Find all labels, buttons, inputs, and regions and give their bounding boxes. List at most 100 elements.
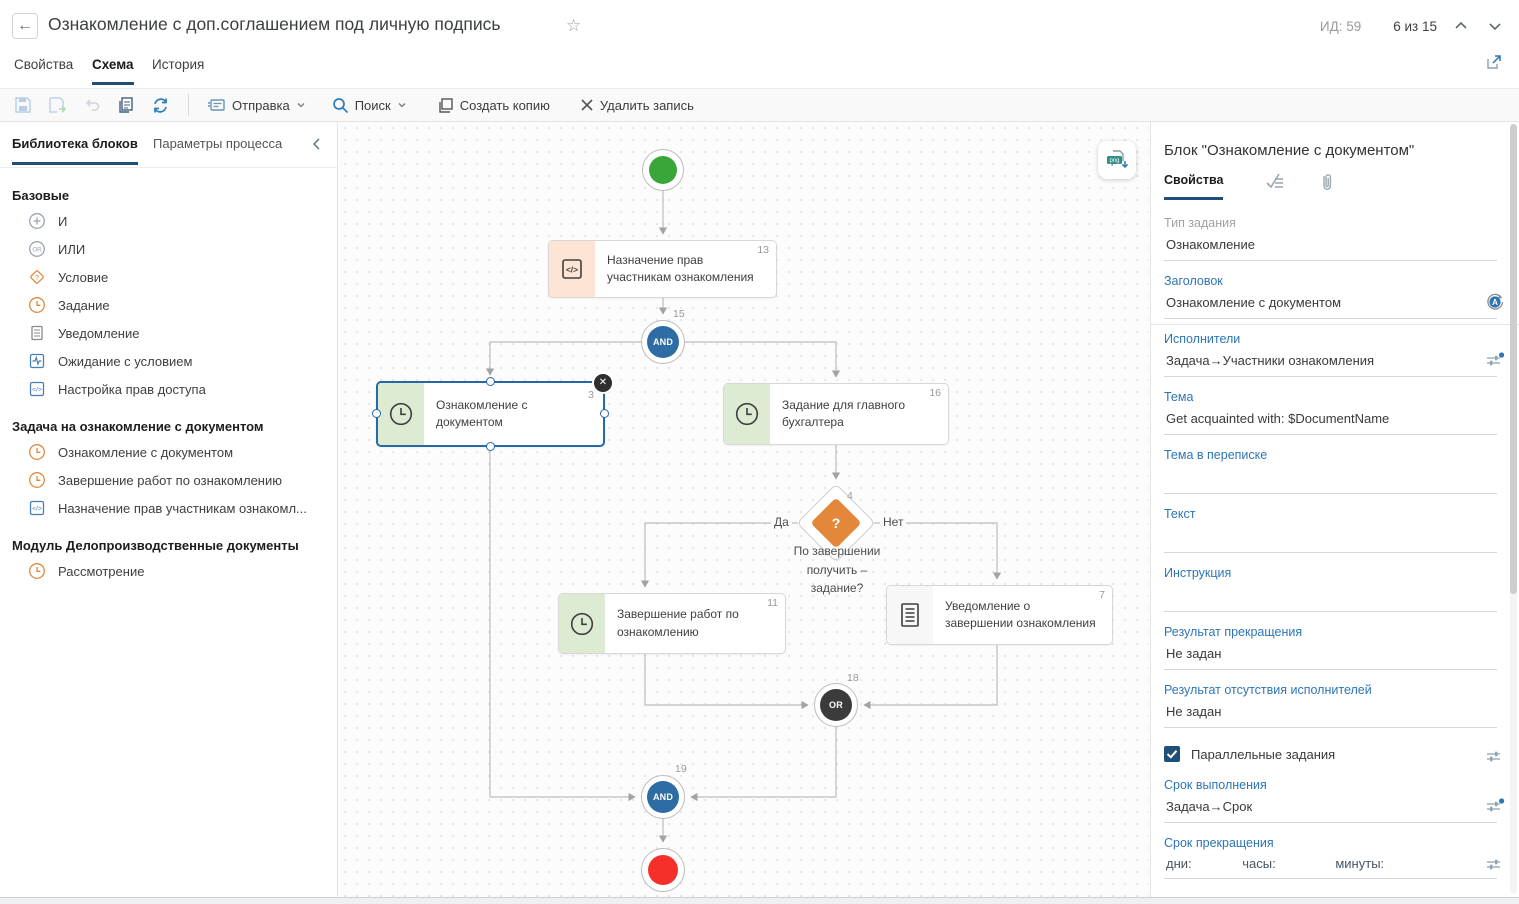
diagram-canvas[interactable]: </> Назначение прав участникам ознакомле… xyxy=(339,122,1149,897)
delete-record-label: Удалить запись xyxy=(600,98,694,113)
undo-button[interactable] xyxy=(83,96,101,114)
create-copy-label: Создать копию xyxy=(460,98,550,113)
sidebar-item-condition[interactable]: ? Условие xyxy=(28,263,337,291)
back-button[interactable]: ← xyxy=(12,13,38,39)
svg-text:</>: </> xyxy=(32,387,42,394)
sidebar-item-wait-condition[interactable]: Ожидание с условием xyxy=(28,347,337,375)
resize-handle-top[interactable] xyxy=(486,377,495,386)
export-png-button[interactable]: png xyxy=(1098,141,1136,179)
node-stripe xyxy=(724,384,770,444)
node-completion-notification[interactable]: Уведомление о завершении ознакомления 7 xyxy=(886,585,1113,645)
main-tabs: Свойства Схема История xyxy=(0,50,1519,88)
resize-handle-bottom[interactable] xyxy=(486,442,495,451)
resize-handle-right[interactable] xyxy=(600,409,609,418)
svg-text:</>: </> xyxy=(566,265,578,275)
node-and-19[interactable]: AND xyxy=(641,775,685,819)
send-label: Отправка xyxy=(232,98,290,113)
node-number: 15 xyxy=(673,308,685,320)
refresh-button[interactable] xyxy=(151,96,170,115)
node-finish-works[interactable]: Завершение работ по ознакомлению 11 xyxy=(558,593,786,654)
block-library-sidebar: Библиотека блоков Параметры процесса Баз… xyxy=(0,122,338,897)
node-or-18[interactable]: OR xyxy=(814,683,858,727)
field-label: Срок выполнения xyxy=(1164,778,1497,792)
resize-handle-left[interactable] xyxy=(372,409,381,418)
start-node[interactable] xyxy=(642,149,684,191)
record-id: ИД: 59 xyxy=(1320,19,1361,34)
sidebar-item-assign-rights[interactable]: </> Назначение прав участникам ознакомл.… xyxy=(28,494,337,522)
signature-tab-icon[interactable] xyxy=(1264,171,1286,193)
search-button[interactable]: Поиск xyxy=(332,97,407,114)
sidebar-tab-params[interactable]: Параметры процесса xyxy=(153,136,282,162)
no-executors-result-value: Не задан xyxy=(1166,704,1221,719)
node-acquaintance-selected[interactable]: Ознакомление с документом 3 ✕ xyxy=(376,381,605,447)
node-number: 18 xyxy=(847,672,859,684)
chevron-up-icon[interactable] xyxy=(1451,16,1471,36)
access-rights-icon: </> xyxy=(28,380,46,398)
field-executors: Исполнители Задача→Участники ознакомлени… xyxy=(1164,332,1497,377)
node-stripe xyxy=(559,594,605,653)
tab-schema[interactable]: Схема xyxy=(92,57,134,85)
sidebar-tab-library[interactable]: Библиотека блоков xyxy=(12,136,138,165)
node-number: 13 xyxy=(757,244,769,256)
access-rights-icon: </> xyxy=(28,499,46,517)
svg-text:?: ? xyxy=(35,273,39,282)
node-label: Завершение работ по ознакомлению xyxy=(605,594,785,653)
end-node[interactable] xyxy=(641,848,685,892)
tab-history[interactable]: История xyxy=(152,57,204,82)
sidebar-item-and[interactable]: И xyxy=(28,207,337,235)
delete-node-button[interactable]: ✕ xyxy=(592,372,614,394)
panel-scrollbar[interactable] xyxy=(1510,124,1517,894)
svg-text:</>: </> xyxy=(32,506,42,513)
sidebar-item-label: Назначение прав участникам ознакомл... xyxy=(58,501,307,516)
send-button[interactable]: Отправка xyxy=(207,97,306,113)
sidebar-item-notification[interactable]: Уведомление xyxy=(28,319,337,347)
notification-icon xyxy=(899,602,921,628)
toolbar-separator xyxy=(188,94,189,116)
sidebar-item-label: Настройка прав доступа xyxy=(58,382,206,397)
task-clock-icon xyxy=(28,471,46,489)
attachments-tab-icon[interactable] xyxy=(1316,171,1338,193)
sidebar-item-task[interactable]: Задание xyxy=(28,291,337,319)
executors-value: Задача→Участники ознакомления xyxy=(1166,353,1374,368)
settings-sliders-icon[interactable] xyxy=(1485,746,1505,766)
field-label: Тип задания xyxy=(1164,216,1497,230)
field-text: Текст xyxy=(1164,507,1497,553)
settings-sliders-icon[interactable] xyxy=(1485,854,1505,874)
minutes-label: минуты: xyxy=(1335,856,1384,871)
copy-block-button[interactable] xyxy=(117,96,135,114)
open-in-window-icon[interactable] xyxy=(1485,53,1503,71)
panel-tab-properties[interactable]: Свойства xyxy=(1164,173,1223,200)
process-editor-window: ← Ознакомление с доп.соглашением под лич… xyxy=(0,0,1519,904)
notification-icon xyxy=(28,324,46,342)
sidebar-item-review[interactable]: Рассмотрение xyxy=(28,557,337,585)
sidebar-item-access-rights[interactable]: </> Настройка прав доступа xyxy=(28,375,337,403)
save-and-new-button[interactable] xyxy=(48,96,67,114)
tab-properties[interactable]: Свойства xyxy=(14,57,73,82)
horizontal-scrollbar[interactable] xyxy=(0,897,1519,904)
sidebar-item-label: Уведомление xyxy=(58,326,139,341)
node-and-15[interactable]: AND xyxy=(641,320,685,364)
edge-label-no: Нет xyxy=(880,515,906,529)
field-deadline: Срок выполнения Задача→Срок xyxy=(1164,778,1497,823)
node-chief-accountant-task[interactable]: Задание для главного бухгалтера 16 xyxy=(723,383,949,445)
favorite-star-icon[interactable]: ☆ xyxy=(566,16,581,36)
panel-title: Блок "Ознакомление с документом" xyxy=(1164,142,1497,159)
panel-separator xyxy=(1151,324,1519,325)
subject-value: Get acquainted with: $DocumentName xyxy=(1166,411,1389,426)
parallel-tasks-checkbox[interactable] xyxy=(1164,746,1180,762)
node-number: 19 xyxy=(675,763,687,775)
sidebar-item-or[interactable]: OR ИЛИ xyxy=(28,235,337,263)
node-assign-rights[interactable]: </> Назначение прав участникам ознакомле… xyxy=(548,240,777,298)
field-termination-result: Результат прекращения Не задан xyxy=(1164,625,1497,670)
save-button[interactable] xyxy=(14,96,32,114)
settings-sliders-icon[interactable] xyxy=(1485,350,1505,370)
translate-icon[interactable]: A xyxy=(1485,292,1505,312)
sidebar-item-acquaintance[interactable]: Ознакомление с документом xyxy=(28,438,337,466)
collapse-sidebar-icon[interactable] xyxy=(309,136,325,152)
create-copy-button[interactable]: Создать копию xyxy=(437,97,550,114)
delete-record-button[interactable]: Удалить запись xyxy=(580,98,694,113)
sidebar-item-finish-works[interactable]: Завершение работ по ознакомлению xyxy=(28,466,337,494)
chevron-down-icon[interactable] xyxy=(1485,16,1505,36)
settings-sliders-icon[interactable] xyxy=(1485,796,1505,816)
node-label: Ознакомление с документом xyxy=(424,383,603,445)
